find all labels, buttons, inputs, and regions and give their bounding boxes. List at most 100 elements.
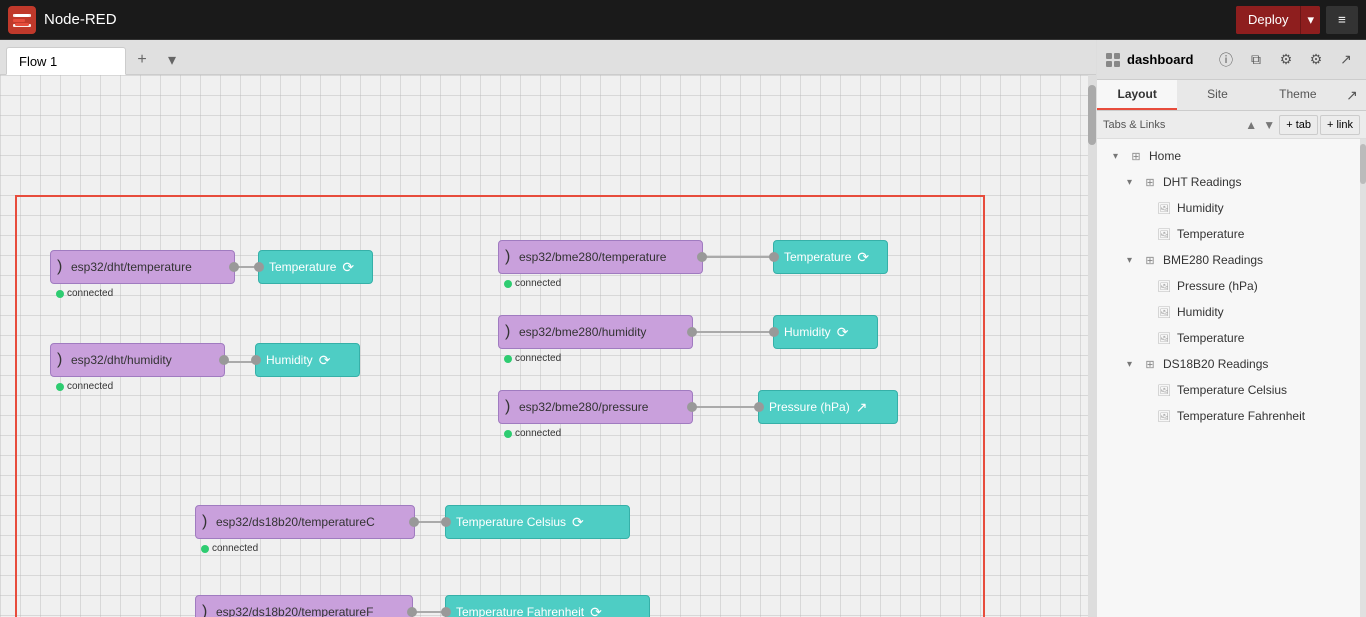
node-mqtt-bme-pressure[interactable]: esp32/bme280/pressure connected: [498, 390, 693, 424]
chevron-icon: ▾: [1127, 255, 1141, 266]
sidebar-scrollbar-thumb[interactable]: [1360, 144, 1366, 184]
sidebar-tabs: Layout Site Theme ↗: [1097, 80, 1366, 111]
port-left: [441, 517, 451, 527]
tab-flow1[interactable]: Flow 1: [6, 47, 126, 75]
node-ui-humidity-bme[interactable]: Humidity: [773, 315, 878, 349]
tree-item-bme-readings[interactable]: ▾ ⊞ BME280 Readings: [1097, 247, 1366, 273]
node-ui-humidity-dht[interactable]: Humidity: [255, 343, 360, 377]
deploy-dropdown-arrow[interactable]: ▾: [1301, 6, 1320, 34]
tree-item-dht-readings[interactable]: ▾ ⊞ DHT Readings: [1097, 169, 1366, 195]
node-mqtt-ds-tempc[interactable]: esp32/ds18b20/temperatureC connected: [195, 505, 415, 539]
port-left: [754, 402, 764, 412]
port-left: [254, 262, 264, 272]
hamburger-menu-button[interactable]: ≡: [1326, 6, 1358, 34]
image-icon: 🖼: [1155, 381, 1173, 399]
status-text: connected: [515, 428, 561, 439]
port-left: [251, 355, 261, 365]
tab-site[interactable]: Site: [1177, 80, 1257, 110]
toolbar-up-arrow[interactable]: ▲: [1243, 117, 1259, 133]
tree-item-ds-tempc[interactable]: ▾ 🖼 Temperature Celsius: [1097, 377, 1366, 403]
sidebar-external-link[interactable]: ↗: [1338, 80, 1366, 110]
sidebar-settings-button[interactable]: ⚙: [1274, 48, 1298, 72]
status-text: connected: [67, 288, 113, 299]
tree-label: Temperature Celsius: [1177, 383, 1287, 397]
node-ui-tempc-ds[interactable]: Temperature Celsius: [445, 505, 630, 539]
tab-add-button[interactable]: +: [128, 46, 156, 74]
tree-item-dht-temperature[interactable]: ▾ 🖼 Temperature: [1097, 221, 1366, 247]
image-icon: 🖼: [1155, 303, 1173, 321]
chevron-icon: ▾: [1127, 177, 1141, 188]
app-title: Node-RED: [44, 11, 117, 28]
node-ui-tempf-ds[interactable]: Temperature Fahrenheit: [445, 595, 650, 617]
tree-item-ds-tempf[interactable]: ▾ 🖼 Temperature Fahrenheit: [1097, 403, 1366, 429]
canvas-scrollbar[interactable]: [1088, 75, 1096, 617]
port-right: [697, 252, 707, 262]
node-label: Pressure (hPa): [769, 400, 850, 414]
sidebar: dashboard ⓘ ⧉ ⚙ ⚙ ↗ Layout Site Theme ↗ …: [1096, 40, 1366, 617]
node-status: connected: [56, 288, 113, 299]
node-mqtt-dht-humidity[interactable]: esp32/dht/humidity connected: [50, 343, 225, 377]
tree-item-home[interactable]: ▾ ⊞ Home: [1097, 143, 1366, 169]
status-dot: [56, 290, 64, 298]
tab-more-button[interactable]: ▾: [158, 46, 186, 74]
sidebar-config-button[interactable]: ⚙: [1304, 48, 1328, 72]
node-label: Temperature: [269, 260, 336, 274]
tree-item-bme-humidity[interactable]: ▾ 🖼 Humidity: [1097, 299, 1366, 325]
tree-item-ds-readings[interactable]: ▾ ⊞ DS18B20 Readings: [1097, 351, 1366, 377]
status-text: connected: [67, 381, 113, 392]
tree-label: Humidity: [1177, 305, 1224, 319]
sidebar-content: ▾ ⊞ Home ▾ ⊞ DHT Readings ▾ 🖼 Humidity: [1097, 139, 1366, 433]
deploy-button[interactable]: Deploy ▾: [1236, 6, 1320, 34]
node-ui-temp-dht[interactable]: Temperature: [258, 250, 373, 284]
status-text: connected: [515, 278, 561, 289]
node-mqtt-bme-humidity[interactable]: esp32/bme280/humidity connected: [498, 315, 693, 349]
sidebar-header: dashboard ⓘ ⧉ ⚙ ⚙ ↗: [1097, 40, 1366, 80]
grid-icon: ⊞: [1141, 355, 1159, 373]
sidebar-toolbar: Tabs & Links ▲ ▼ + tab + link: [1097, 111, 1366, 139]
toolbar-down-arrow[interactable]: ▼: [1261, 117, 1277, 133]
node-label: esp32/bme280/humidity: [519, 325, 646, 339]
canvas-scrollbar-thumb[interactable]: [1088, 85, 1096, 145]
status-dot: [504, 430, 512, 438]
tab-layout[interactable]: Layout: [1097, 80, 1177, 110]
node-mqtt-bme-temp[interactable]: esp32/bme280/temperature connected: [498, 240, 703, 274]
tree-label: Humidity: [1177, 201, 1224, 215]
tree-label: DHT Readings: [1163, 175, 1241, 189]
sidebar-scrollbar-track: [1360, 139, 1366, 617]
flow-canvas[interactable]: esp32/dht/temperature connected Temperat…: [0, 75, 1096, 617]
status-dot: [504, 355, 512, 363]
canvas-area: Flow 1 + ▾: [0, 40, 1096, 617]
node-mqtt-ds-tempf[interactable]: esp32/ds18b20/temperatureF connected: [195, 595, 413, 617]
node-status: connected: [504, 353, 561, 364]
node-label: esp32/dht/humidity: [71, 353, 172, 367]
node-status: connected: [504, 278, 561, 289]
node-status: connected: [201, 543, 258, 554]
port-right: [687, 327, 697, 337]
tab-bar: Flow 1 + ▾: [0, 40, 1096, 75]
deploy-label[interactable]: Deploy: [1236, 6, 1301, 34]
node-ui-temp-bme[interactable]: Temperature: [773, 240, 888, 274]
node-mqtt-dht-temp[interactable]: esp32/dht/temperature connected: [50, 250, 235, 284]
tab-theme[interactable]: Theme: [1258, 80, 1338, 110]
toolbar-add-link-button[interactable]: + link: [1320, 115, 1360, 135]
tree-label: DS18B20 Readings: [1163, 357, 1268, 371]
image-icon: 🖼: [1155, 277, 1173, 295]
sidebar-title: dashboard: [1127, 52, 1208, 67]
port-right: [687, 402, 697, 412]
tree-item-bme-pressure[interactable]: ▾ 🖼 Pressure (hPa): [1097, 273, 1366, 299]
tree-label: BME280 Readings: [1163, 253, 1263, 267]
tree-item-dht-humidity[interactable]: ▾ 🖼 Humidity: [1097, 195, 1366, 221]
node-label: esp32/ds18b20/temperatureF: [216, 605, 373, 617]
tree-label: Temperature: [1177, 227, 1244, 241]
node-ui-pressure-bme[interactable]: Pressure (hPa): [758, 390, 898, 424]
sidebar-external-button[interactable]: ↗: [1334, 48, 1358, 72]
toolbar-add-tab-button[interactable]: + tab: [1279, 115, 1318, 135]
status-text: connected: [515, 353, 561, 364]
sidebar-info-button[interactable]: ⓘ: [1214, 48, 1238, 72]
tree-item-bme-temperature[interactable]: ▾ 🖼 Temperature: [1097, 325, 1366, 351]
node-label: esp32/dht/temperature: [71, 260, 192, 274]
sidebar-copy-button[interactable]: ⧉: [1244, 48, 1268, 72]
grid-icon: ⊞: [1141, 251, 1159, 269]
hamburger-icon: ≡: [1338, 12, 1346, 27]
image-icon: 🖼: [1155, 225, 1173, 243]
